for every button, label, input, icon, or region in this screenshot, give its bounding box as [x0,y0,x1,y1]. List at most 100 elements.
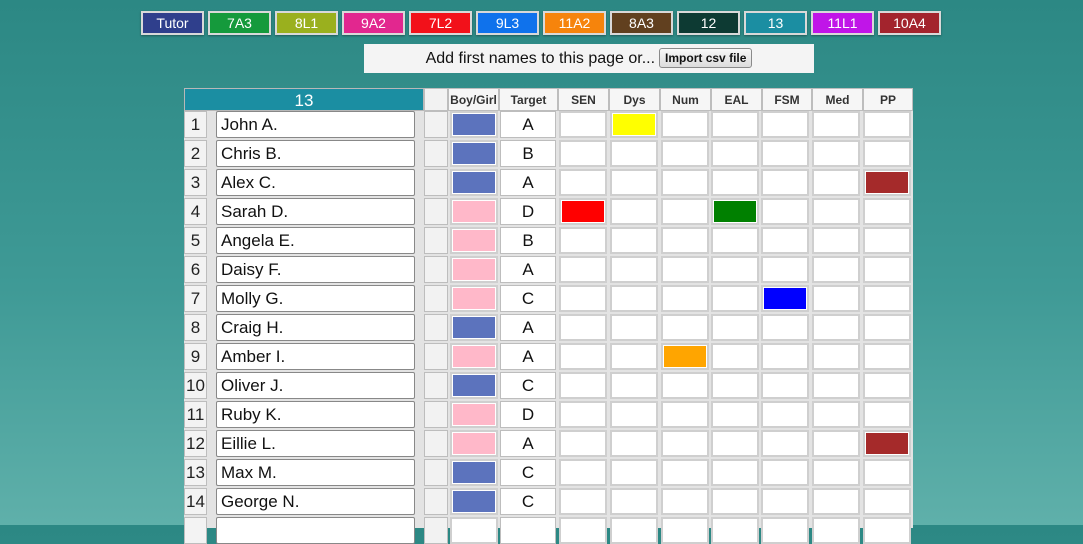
flag-eal[interactable] [711,285,759,312]
student-name-field[interactable]: Eillie L. [216,430,415,457]
flag-eal[interactable] [711,401,759,428]
flag-sen[interactable] [559,517,607,544]
flag-pp[interactable] [863,459,911,486]
flag-num[interactable] [661,227,709,254]
flag-med[interactable] [812,256,860,283]
gender-toggle[interactable] [450,430,498,457]
flag-dys[interactable] [610,430,658,457]
flag-fsm[interactable] [761,314,809,341]
flag-med[interactable] [812,169,860,196]
flag-fsm[interactable] [761,285,809,312]
flag-eal[interactable] [711,488,759,515]
target-grade[interactable]: C [500,488,556,515]
student-name-field[interactable]: Molly G. [216,285,415,312]
flag-sen[interactable] [559,140,607,167]
student-name-field[interactable]: Ruby K. [216,401,415,428]
flag-fsm[interactable] [761,256,809,283]
flag-med[interactable] [812,343,860,370]
flag-sen[interactable] [559,314,607,341]
flag-med[interactable] [812,111,860,138]
flag-pp[interactable] [863,401,911,428]
student-name-field[interactable]: George N. [216,488,415,515]
tab-9a2[interactable]: 9A2 [342,11,405,35]
student-name-field[interactable]: Craig H. [216,314,415,341]
flag-num[interactable] [661,517,709,544]
flag-med[interactable] [812,488,860,515]
flag-num[interactable] [661,459,709,486]
tab-8l1[interactable]: 8L1 [275,11,338,35]
gender-toggle[interactable] [450,314,498,341]
flag-sen[interactable] [559,285,607,312]
flag-dys[interactable] [610,459,658,486]
tab-9l3[interactable]: 9L3 [476,11,539,35]
tab-13[interactable]: 13 [744,11,807,35]
flag-med[interactable] [812,314,860,341]
flag-dys[interactable] [610,111,658,138]
student-name-field[interactable]: Daisy F. [216,256,415,283]
flag-dys[interactable] [610,140,658,167]
target-grade[interactable]: A [500,169,556,196]
flag-med[interactable] [812,401,860,428]
flag-fsm[interactable] [761,488,809,515]
tab-12[interactable]: 12 [677,11,740,35]
flag-med[interactable] [812,140,860,167]
flag-fsm[interactable] [761,198,809,225]
student-name-field[interactable]: Sarah D. [216,198,415,225]
flag-dys[interactable] [610,517,658,544]
flag-eal[interactable] [711,459,759,486]
flag-sen[interactable] [559,488,607,515]
flag-pp[interactable] [863,198,911,225]
flag-sen[interactable] [559,459,607,486]
flag-num[interactable] [661,372,709,399]
flag-fsm[interactable] [761,111,809,138]
flag-pp[interactable] [863,517,911,544]
student-name-field[interactable]: Angela E. [216,227,415,254]
flag-pp[interactable] [863,169,911,196]
flag-sen[interactable] [559,430,607,457]
target-grade[interactable]: B [500,227,556,254]
gender-toggle[interactable] [450,140,498,167]
flag-num[interactable] [661,430,709,457]
flag-eal[interactable] [711,140,759,167]
flag-fsm[interactable] [761,401,809,428]
gender-toggle[interactable] [450,401,498,428]
flag-fsm[interactable] [761,343,809,370]
student-name-field[interactable]: Alex C. [216,169,415,196]
flag-num[interactable] [661,169,709,196]
flag-eal[interactable] [711,198,759,225]
flag-num[interactable] [661,140,709,167]
gender-toggle[interactable] [450,517,498,544]
flag-eal[interactable] [711,227,759,254]
gender-toggle[interactable] [450,169,498,196]
flag-med[interactable] [812,459,860,486]
flag-dys[interactable] [610,169,658,196]
flag-eal[interactable] [711,111,759,138]
flag-fsm[interactable] [761,372,809,399]
flag-num[interactable] [661,314,709,341]
flag-eal[interactable] [711,256,759,283]
student-name-field[interactable]: Oliver J. [216,372,415,399]
flag-pp[interactable] [863,372,911,399]
flag-sen[interactable] [559,198,607,225]
flag-pp[interactable] [863,256,911,283]
flag-dys[interactable] [610,372,658,399]
flag-eal[interactable] [711,343,759,370]
flag-med[interactable] [812,198,860,225]
flag-sen[interactable] [559,401,607,428]
flag-num[interactable] [661,285,709,312]
flag-fsm[interactable] [761,430,809,457]
flag-pp[interactable] [863,140,911,167]
student-name-field[interactable]: Amber I. [216,343,415,370]
flag-fsm[interactable] [761,459,809,486]
target-grade[interactable]: A [500,256,556,283]
gender-toggle[interactable] [450,488,498,515]
target-grade[interactable]: C [500,459,556,486]
target-grade[interactable]: C [500,285,556,312]
target-grade[interactable]: C [500,372,556,399]
target-grade[interactable]: D [500,401,556,428]
flag-sen[interactable] [559,372,607,399]
tab-11a2[interactable]: 11A2 [543,11,606,35]
flag-dys[interactable] [610,343,658,370]
flag-fsm[interactable] [761,140,809,167]
tab-7l2[interactable]: 7L2 [409,11,472,35]
